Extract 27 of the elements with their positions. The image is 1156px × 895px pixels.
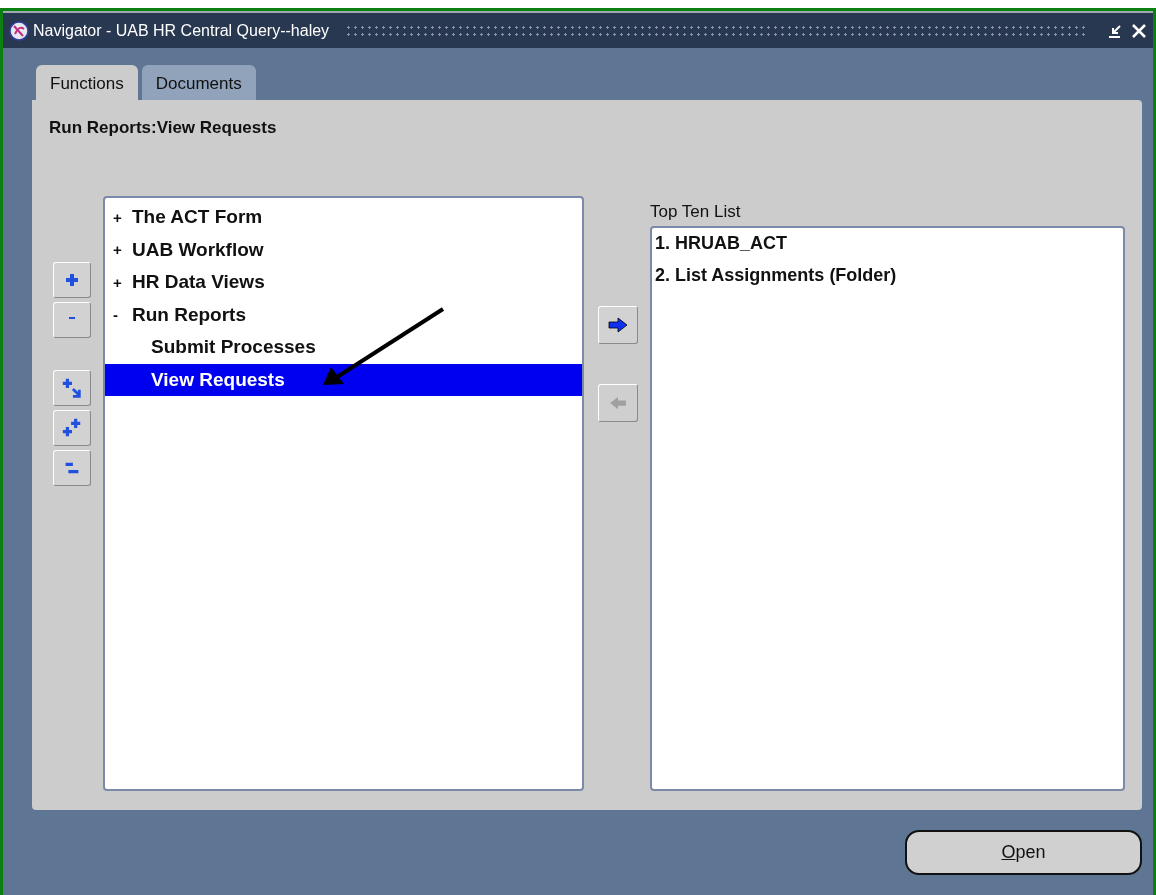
tree-item[interactable]: Submit Processes	[105, 331, 582, 364]
expand-button[interactable]	[53, 262, 91, 298]
collapse-all-button[interactable]	[53, 450, 91, 486]
tab[interactable]: Documents	[141, 65, 256, 100]
list-item[interactable]: 1. HRUAB_ACT	[655, 233, 1120, 265]
tree-item[interactable]: + The ACT Form	[105, 201, 582, 234]
plus-icon	[64, 272, 80, 288]
left-arrow-icon	[609, 396, 627, 410]
tree-item[interactable]: - Run Reports	[105, 298, 582, 331]
expand-branch-button[interactable]	[53, 370, 91, 406]
add-button[interactable]	[598, 306, 638, 344]
tree-item[interactable]: View Requests	[105, 363, 582, 396]
window-title: Navigator - UAB HR Central Query--haley	[33, 21, 330, 40]
plus-arrow-icon	[61, 377, 83, 399]
expand-all-button[interactable]	[53, 410, 91, 446]
tree-item[interactable]: + HR Data Views	[105, 266, 582, 299]
heading: Run Reports:View Requests	[49, 118, 278, 138]
tab[interactable]: Functions	[36, 65, 138, 101]
open-button[interactable]: Open	[905, 830, 1142, 875]
collapse-button[interactable]	[53, 302, 91, 338]
list-item[interactable]: 2. List Assignments (Folder)	[655, 265, 1120, 297]
tree-item[interactable]: + UAB Workflow	[105, 233, 582, 266]
list-label: Top Ten List	[650, 202, 742, 223]
right-arrow-icon	[608, 317, 628, 333]
minimize-icon[interactable]	[1107, 22, 1123, 39]
double-plus-icon	[61, 417, 83, 439]
close-icon[interactable]	[1131, 22, 1147, 39]
